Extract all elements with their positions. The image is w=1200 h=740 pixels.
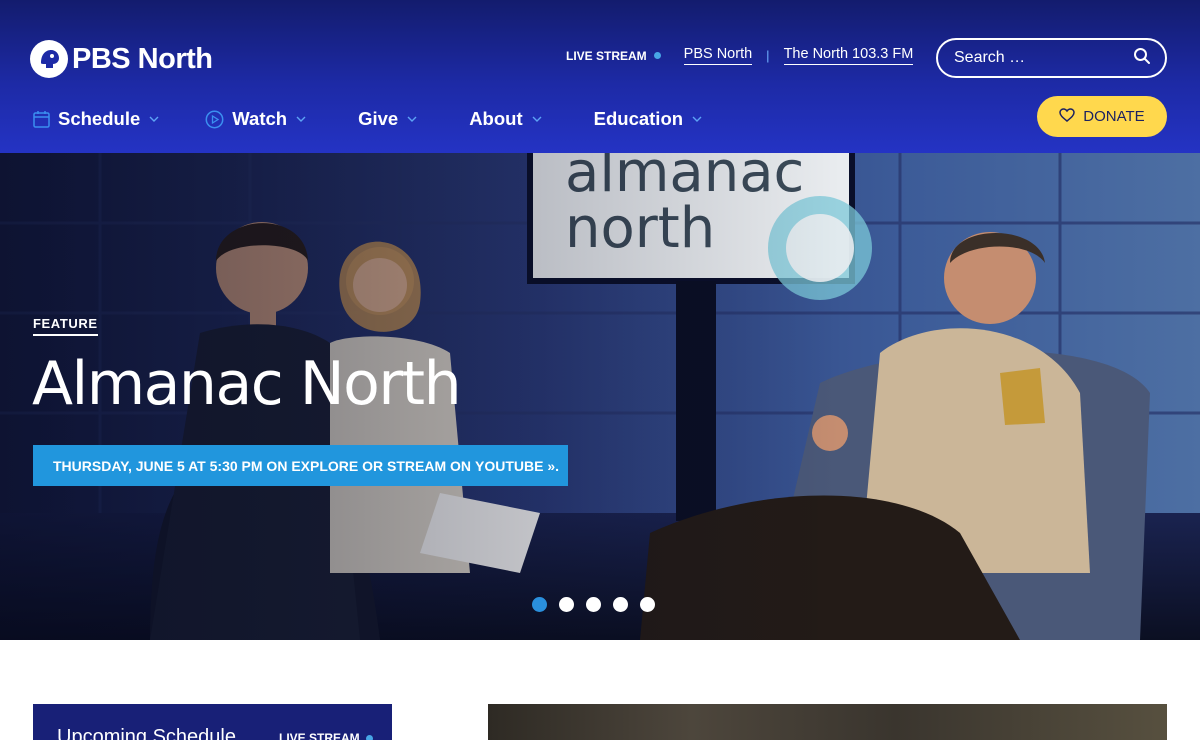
nav-item-education[interactable]: Education <box>594 108 702 130</box>
live-stream-label: LIVE STREAM <box>566 48 647 63</box>
upcoming-schedule-card: Upcoming Schedule LIVE STREAM <box>33 704 392 740</box>
schedule-card-title: Upcoming Schedule <box>57 726 236 740</box>
nav-item-schedule[interactable]: Schedule <box>33 108 159 130</box>
nav-label-schedule: Schedule <box>58 108 141 129</box>
nav-label-education: Education <box>593 108 684 129</box>
search-box[interactable] <box>936 38 1167 78</box>
carousel-dot[interactable] <box>532 597 547 612</box>
carousel-dot[interactable] <box>586 597 601 612</box>
carousel-dot[interactable] <box>613 597 628 612</box>
link-separator: | <box>766 48 770 63</box>
live-indicator-dot <box>653 52 661 59</box>
pbs-north-link[interactable]: PBS North <box>683 46 753 65</box>
schedule-live-stream-link[interactable]: LIVE STREAM <box>279 731 373 740</box>
chevron-down-icon <box>692 116 702 122</box>
calendar-icon <box>33 110 50 128</box>
promo-image[interactable] <box>488 704 1167 740</box>
site-header: PBS North LIVE STREAM PBS North | The No… <box>0 0 1200 153</box>
play-circle-icon <box>205 110 224 129</box>
live-stream-link[interactable]: LIVE STREAM <box>566 49 661 63</box>
hero-cta-link[interactable]: THURSDAY, JUNE 5 AT 5:30 PM ON EXPLORE O… <box>33 445 568 486</box>
nav-label-give: Give <box>358 108 399 129</box>
hero-cta-text: THURSDAY, JUNE 5 AT 5:30 PM ON EXPLORE O… <box>53 457 471 474</box>
search-input[interactable] <box>954 49 1114 67</box>
youtube-link-text: YOUTUBE ». <box>475 457 560 474</box>
chevron-down-icon <box>532 116 542 122</box>
carousel-dot[interactable] <box>640 597 655 612</box>
live-indicator-dot <box>365 734 373 740</box>
site-logo[interactable]: PBS North <box>30 40 213 78</box>
nav-item-give[interactable]: Give <box>358 108 417 130</box>
chevron-down-icon <box>296 116 306 122</box>
heart-icon <box>1059 107 1076 126</box>
main-nav: Schedule Watch Give About Education <box>33 108 702 130</box>
nav-label-about: About <box>469 108 523 129</box>
carousel-pagination <box>532 597 655 612</box>
nav-item-about[interactable]: About <box>469 108 542 130</box>
donate-label: DONATE <box>1083 108 1145 125</box>
nav-item-watch[interactable]: Watch <box>205 108 306 130</box>
logo-text: PBS North <box>72 42 213 75</box>
chevron-down-icon <box>407 116 417 122</box>
hero-carousel: almanac north FEATURE Almanac North THUR… <box>0 153 1200 640</box>
hero-title: Almanac North <box>32 349 462 419</box>
carousel-dot[interactable] <box>559 597 574 612</box>
utility-links: LIVE STREAM PBS North | The North 103.3 … <box>566 46 914 65</box>
search-icon[interactable] <box>1133 47 1151 70</box>
chevron-down-icon <box>149 116 159 122</box>
donate-button[interactable]: DONATE <box>1037 96 1167 137</box>
pbs-head-icon <box>30 40 68 78</box>
nav-label-watch: Watch <box>232 108 288 129</box>
hero-eyebrow: FEATURE <box>33 316 98 336</box>
schedule-live-label: LIVE STREAM <box>279 731 360 740</box>
radio-link[interactable]: The North 103.3 FM <box>783 46 914 65</box>
